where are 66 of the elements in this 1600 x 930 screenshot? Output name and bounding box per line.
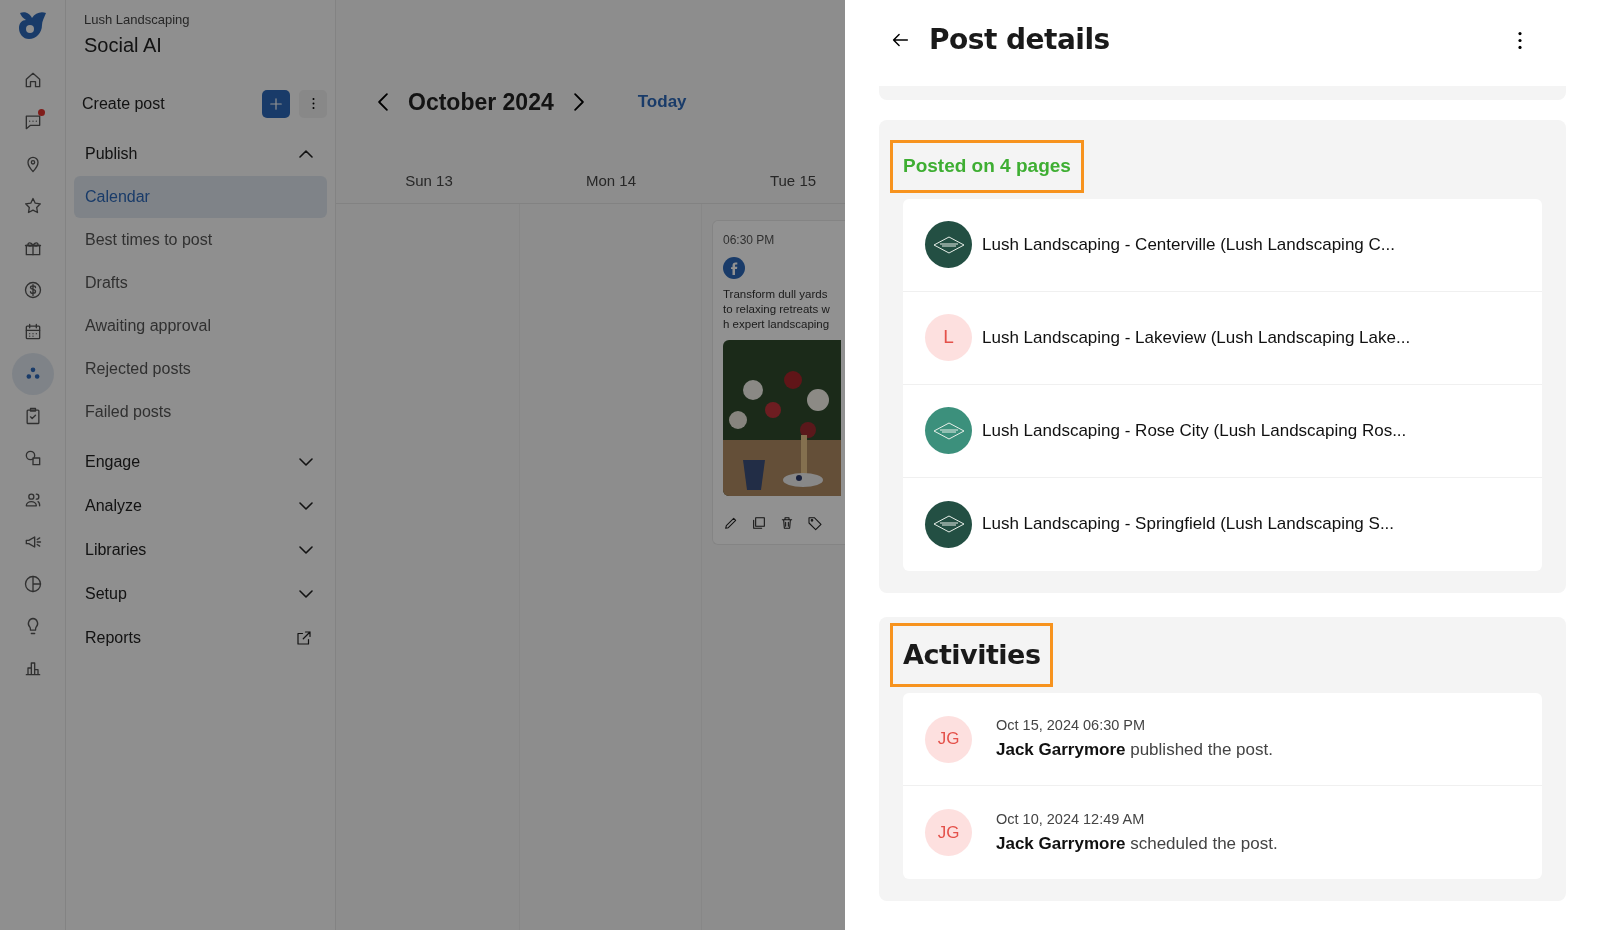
activity-time: Oct 10, 2024 12:49 AM bbox=[996, 809, 1146, 829]
activity-text: Jack Garrymore published the post. bbox=[996, 739, 1273, 762]
month-title: October 2024 bbox=[408, 87, 554, 117]
menu-item[interactable]: Failed posts bbox=[74, 390, 327, 433]
tag-icon[interactable] bbox=[807, 514, 823, 531]
day-header: Sun 13 bbox=[404, 171, 454, 191]
facebook-icon bbox=[723, 256, 745, 279]
notification-dot bbox=[37, 109, 45, 116]
post-card[interactable]: 06:30 PM Transform dull yards to relaxing retreats w h expert landscaping bbox=[712, 220, 845, 545]
section-heading: Activities bbox=[903, 638, 1041, 670]
section-heading: Posted on 4 pages bbox=[903, 155, 1071, 176]
chevron-down-icon bbox=[299, 589, 313, 598]
page-name: Lush Landscaping - Lakeview (Lush Landscaping Lake... bbox=[982, 326, 1411, 349]
day-header: Tue 15 bbox=[768, 171, 818, 191]
day-header: Mon 14 bbox=[584, 171, 637, 191]
external-link-icon bbox=[295, 628, 313, 647]
pie-chart-icon bbox=[22, 574, 43, 594]
star-icon bbox=[22, 196, 43, 216]
post-text: h expert landscaping bbox=[723, 317, 831, 332]
app-title: Social AI bbox=[83, 32, 163, 58]
more-icon bbox=[311, 98, 315, 109]
page-name: Lush Landscaping - Rose City (Lush Landscaping Ros... bbox=[982, 419, 1407, 442]
nav-icon-button[interactable] bbox=[11, 353, 54, 395]
menu-section[interactable]: Reports bbox=[74, 615, 327, 660]
post-text: Transform dull yards bbox=[723, 287, 829, 302]
menu-item[interactable]: Calendar bbox=[74, 175, 327, 218]
chevron-up-icon bbox=[299, 149, 313, 158]
copy-icon[interactable] bbox=[751, 514, 767, 531]
previous-month-button[interactable] bbox=[378, 93, 388, 111]
post-time: 06:30 PM bbox=[723, 232, 776, 249]
today-button[interactable]: Today bbox=[631, 88, 693, 116]
more-options-button[interactable] bbox=[1518, 31, 1522, 49]
page-name: Lush Landscaping - Centerville (Lush Landscaping C... bbox=[982, 233, 1395, 256]
chevron-down-icon bbox=[299, 501, 313, 510]
page-avatar: L bbox=[925, 314, 972, 361]
menu-section[interactable]: Engage bbox=[74, 439, 327, 484]
chevron-down-icon bbox=[299, 457, 313, 466]
more-icon bbox=[1518, 31, 1522, 49]
menu-item[interactable]: Awaiting approval bbox=[74, 304, 327, 347]
activity-text: Jack Garrymore scheduled the post. bbox=[996, 832, 1278, 855]
panel-title: Post details bbox=[929, 22, 1111, 58]
page-name: Lush Landscaping - Springfield (Lush Landscaping S... bbox=[982, 513, 1395, 536]
next-month-button[interactable] bbox=[573, 93, 584, 111]
account-name: Lush Landscaping bbox=[83, 11, 191, 29]
post-text: to relaxing retreats w bbox=[723, 302, 831, 317]
add-button[interactable] bbox=[262, 89, 290, 118]
user-avatar: JG bbox=[925, 809, 972, 856]
menu-item[interactable]: Best times to post bbox=[74, 218, 327, 261]
menu-section[interactable]: Setup bbox=[74, 571, 327, 616]
chevron-right-icon bbox=[573, 93, 584, 111]
menu-section[interactable]: Analyze bbox=[74, 483, 327, 528]
menu-section[interactable]: Publish bbox=[74, 131, 327, 176]
menu-section[interactable]: Libraries bbox=[74, 527, 327, 572]
page-row[interactable]: L Lush Landscaping - Lakeview (Lush Landscaping Lake... bbox=[903, 291, 1542, 385]
menu-item[interactable]: Rejected posts bbox=[74, 347, 327, 390]
chevron-down-icon bbox=[299, 545, 313, 554]
user-avatar: JG bbox=[925, 715, 972, 763]
page-row[interactable]: Lush Landscaping - Springfield (Lush Landscaping S... bbox=[903, 477, 1542, 571]
activity-time: Oct 15, 2024 06:30 PM bbox=[996, 716, 1147, 736]
trash-icon[interactable] bbox=[779, 514, 795, 531]
chevron-left-icon bbox=[378, 93, 388, 111]
page-row[interactable]: Lush Landscaping - Centerville (Lush Landscaping C... bbox=[903, 198, 1542, 292]
dollar-icon bbox=[22, 280, 43, 300]
page-row[interactable]: Lush Landscaping - Rose City (Lush Landscaping Ros... bbox=[903, 384, 1542, 478]
create-post-label: Create post bbox=[82, 93, 166, 114]
menu-item[interactable]: Drafts bbox=[74, 261, 327, 304]
